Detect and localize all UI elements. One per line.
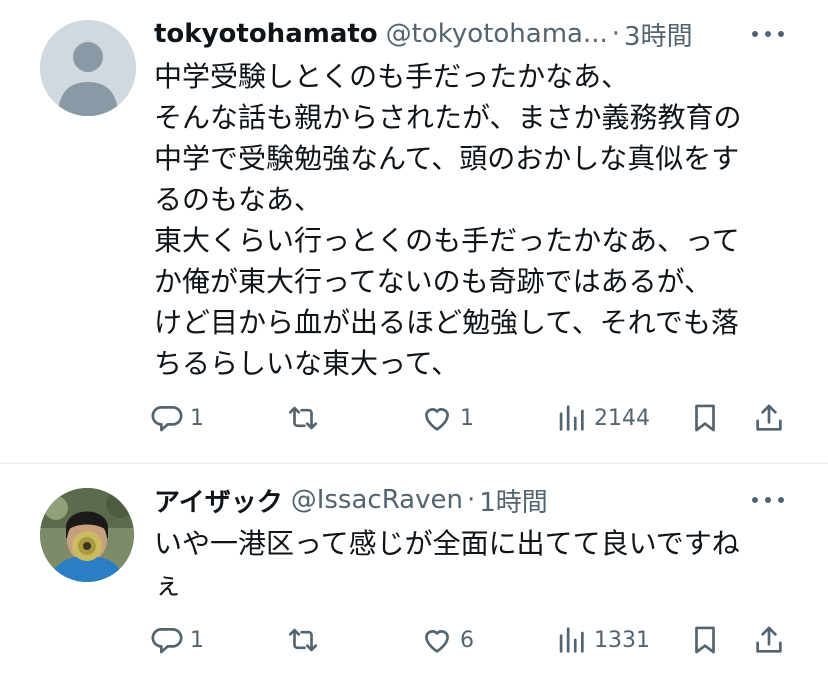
display-name[interactable]: tokyotohamato: [154, 19, 378, 49]
reply-icon: [151, 406, 183, 432]
action-bar: 1 6 1331: [150, 620, 790, 660]
heart-icon: [425, 408, 449, 431]
views-chart-icon: [559, 405, 584, 431]
user-handle[interactable]: @IssacRaven: [291, 485, 463, 515]
tweet-header: アイザック @IssacRaven · 1時間: [154, 482, 548, 518]
views-button[interactable]: 2144: [554, 398, 650, 438]
tweet-line: ちるらしいな東大って、: [154, 347, 460, 380]
view-count: 2144: [594, 405, 650, 431]
separator-dot: ·: [466, 485, 476, 515]
timestamp[interactable]: 3時間: [624, 16, 693, 53]
retweet-button[interactable]: [286, 398, 326, 438]
like-count: 6: [460, 627, 474, 653]
person-icon: [40, 20, 136, 116]
retweet-button[interactable]: [286, 620, 326, 660]
share-icon: [756, 404, 782, 431]
tweet-line: 中学受験しとくのも手だったかなあ、: [154, 60, 630, 93]
retweet-icon: [288, 628, 318, 652]
like-count: 1: [460, 405, 474, 431]
tweet-line: 中学で受験勉強なんて、頭のおかしな真似をす: [154, 142, 740, 175]
user-avatar[interactable]: [40, 488, 134, 582]
avatar-photo: [40, 488, 134, 582]
share-button[interactable]: [752, 398, 786, 438]
tweet-line: ぇ: [154, 568, 183, 601]
tweet-text: 中学受験しとくのも手だったかなあ、 そんな話も親からされたが、まさか義務教育の …: [154, 56, 794, 384]
retweet-icon: [288, 406, 318, 430]
reply-count: 1: [190, 627, 204, 653]
tweet-line: けど目から血が出るほど勉強して、それでも落: [154, 306, 739, 339]
views-button[interactable]: 1331: [554, 620, 650, 660]
bookmark-icon: [695, 626, 715, 654]
reply-icon: [151, 628, 183, 654]
bookmark-button[interactable]: [688, 398, 722, 438]
tweet-line: るのもなあ、: [154, 183, 323, 216]
tweet-header: tokyotohamato @tokyotohama... · 3時間: [154, 16, 693, 52]
tweet-text: いや一港区って感じが全面に出てて良いですね ぇ: [154, 523, 794, 605]
action-bar: 1 1 2144: [150, 398, 790, 438]
share-icon: [756, 626, 782, 653]
bookmark-icon: [695, 404, 715, 432]
share-button[interactable]: [752, 620, 786, 660]
tweet-2[interactable]: アイザック @IssacRaven · 1時間 いや一港区って感じが全面に出てて…: [0, 464, 828, 676]
more-options-icon[interactable]: [752, 482, 784, 518]
view-count: 1331: [594, 627, 650, 653]
separator-dot: ·: [611, 19, 621, 49]
more-options-icon[interactable]: [752, 16, 784, 52]
reply-button[interactable]: 1: [150, 398, 204, 438]
tweet-line: そんな話も親からされたが、まさか義務教育の: [154, 101, 742, 134]
tweet-line: いや一港区って感じが全面に出てて良いですね: [154, 527, 740, 560]
like-button[interactable]: 6: [420, 620, 474, 660]
heart-icon: [425, 630, 449, 653]
default-avatar[interactable]: [40, 20, 136, 116]
bookmark-button[interactable]: [688, 620, 722, 660]
like-button[interactable]: 1: [420, 398, 474, 438]
timestamp[interactable]: 1時間: [479, 482, 548, 519]
reply-button[interactable]: 1: [150, 620, 204, 660]
user-handle[interactable]: @tokyotohama...: [386, 19, 608, 49]
reply-count: 1: [190, 405, 204, 431]
tweet-line: 東大くらい行っとくのも手だったかなあ、って: [154, 224, 740, 257]
tweet-1[interactable]: tokyotohamato @tokyotohama... · 3時間 中学受験…: [0, 0, 828, 463]
views-chart-icon: [559, 627, 584, 653]
tweet-line: か俺が東大行ってないのも奇跡ではあるが、: [154, 265, 713, 298]
display-name[interactable]: アイザック: [154, 482, 283, 519]
